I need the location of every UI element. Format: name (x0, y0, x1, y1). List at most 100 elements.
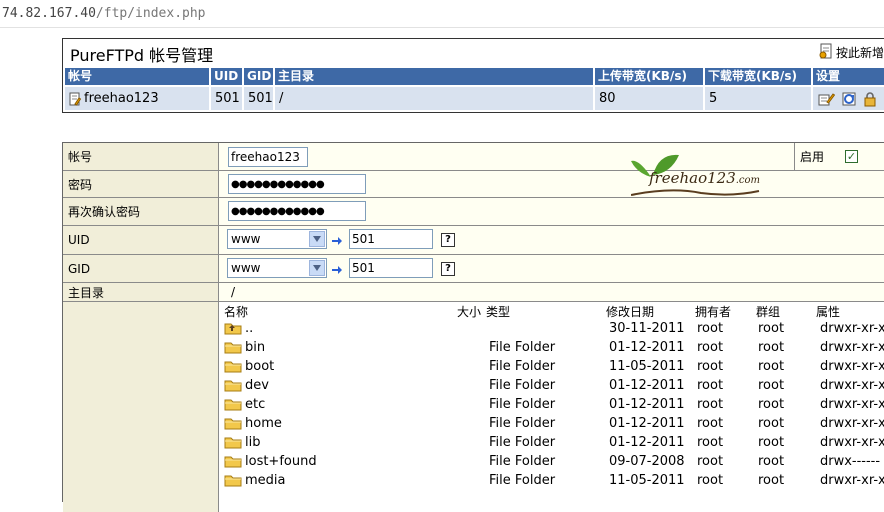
account-label: 帐号 (63, 143, 219, 170)
file-row[interactable]: lib File Folder 01-12-2011 root root drwxr-xr… (224, 433, 884, 452)
file-type: File Folder (489, 435, 556, 450)
logo-text: freehao123 (649, 169, 736, 187)
folder-icon (224, 435, 242, 449)
cell-home: / (275, 87, 593, 110)
folder-icon (224, 397, 242, 411)
gid-select-value: www (231, 261, 261, 275)
file-name[interactable]: boot (245, 359, 274, 374)
file-row[interactable]: home File Folder 01-12-2011 root root drwxr-x… (224, 414, 884, 433)
help-icon[interactable]: ? (441, 262, 455, 276)
file-row[interactable]: dev File Folder 01-12-2011 root root drwxr-xr… (224, 376, 884, 395)
file-date: 01-12-2011 (609, 416, 685, 431)
col-group[interactable]: 群组 (756, 303, 780, 320)
enable-checkbox[interactable]: ✓ (845, 150, 858, 163)
file-list-header: 名称 大小 类型 修改日期 拥有者 群组 属性 (224, 303, 884, 319)
file-name[interactable]: lib (245, 435, 260, 450)
file-name[interactable]: bin (245, 340, 265, 355)
file-row[interactable]: lost+found File Folder 09-07-2008 root root d… (224, 452, 884, 471)
file-owner: root (697, 397, 724, 412)
col-size[interactable]: 大小 (457, 303, 481, 320)
col-modified[interactable]: 修改日期 (606, 303, 654, 320)
file-row[interactable]: bin File Folder 01-12-2011 root root drwxr-xr… (224, 338, 884, 357)
file-owner: root (697, 435, 724, 450)
account-input[interactable] (228, 147, 308, 167)
file-date: 01-12-2011 (609, 435, 685, 450)
browser-label-empty (63, 302, 219, 512)
file-group: root (758, 473, 785, 488)
account-cell (219, 143, 884, 170)
file-date: 01-12-2011 (609, 340, 685, 355)
gid-select[interactable]: www (227, 258, 327, 278)
uid-label: UID (63, 226, 219, 254)
add-account-link[interactable]: 按此新增 (819, 43, 884, 62)
file-group: root (758, 416, 785, 431)
cell-upload: 80 (595, 87, 703, 110)
form-row-confirm: 再次确认密码 (63, 198, 884, 226)
col-type[interactable]: 类型 (486, 303, 510, 320)
url-text[interactable]: 74.82.167.40/ftp/index.php (2, 6, 206, 21)
file-group: root (758, 435, 785, 450)
table-row[interactable]: freehao123 501 501 / 80 5 (65, 87, 884, 110)
logo-suffix: .com (735, 175, 761, 186)
cell-user[interactable]: freehao123 (65, 87, 209, 110)
col-header-settings: 设置 (813, 68, 884, 85)
chevron-down-icon (309, 231, 325, 247)
edit-icon[interactable] (817, 91, 835, 107)
file-row[interactable]: media File Folder 11-05-2011 root root drwxr-… (224, 471, 884, 490)
file-date: 01-12-2011 (609, 378, 685, 393)
file-date: 11-05-2011 (609, 359, 685, 374)
file-attr: drwxr-xr-x (820, 397, 884, 412)
confirm-cell (219, 198, 884, 225)
file-type: File Folder (489, 340, 556, 355)
file-owner: root (697, 454, 724, 469)
cell-download: 5 (705, 87, 811, 110)
file-attr: drwx------ (820, 454, 881, 469)
col-name[interactable]: 名称 (224, 303, 248, 320)
gid-input[interactable] (349, 258, 433, 278)
arrow-right-icon[interactable] (331, 235, 343, 247)
file-date: 01-12-2011 (609, 397, 685, 412)
refresh-icon[interactable] (841, 91, 857, 107)
parent-folder-icon (224, 321, 242, 335)
file-name[interactable]: lost+found (245, 454, 317, 469)
lock-icon[interactable] (863, 91, 877, 107)
col-owner[interactable]: 拥有者 (695, 303, 731, 320)
confirm-password-input[interactable] (228, 201, 366, 221)
address-bar[interactable]: 74.82.167.40/ftp/index.php (0, 0, 884, 28)
file-type: File Folder (489, 454, 556, 469)
file-name[interactable]: dev (245, 378, 269, 393)
file-row[interactable]: boot File Folder 11-05-2011 root root drwxr-x… (224, 357, 884, 376)
file-row[interactable]: etc File Folder 01-12-2011 root root drwxr-xr… (224, 395, 884, 414)
password-input[interactable] (228, 174, 366, 194)
file-name[interactable]: etc (245, 397, 265, 412)
accounts-panel: PureFTPd 帐号管理 按此新增 帐号 UID GID 主目录 上传带宽(K… (62, 38, 884, 113)
file-group: root (758, 321, 785, 336)
form-row-home: 主目录 / (63, 283, 884, 302)
file-row[interactable]: .. 30-11-2011 root root drwxr-xr-x (224, 319, 884, 338)
home-cell: / (219, 283, 884, 301)
file-date: 11-05-2011 (609, 473, 685, 488)
folder-icon (224, 378, 242, 392)
file-owner: root (697, 378, 724, 393)
file-type: File Folder (489, 416, 556, 431)
file-name[interactable]: .. (245, 321, 253, 336)
password-label: 密码 (63, 171, 219, 197)
uid-input[interactable] (349, 229, 433, 249)
add-account-label: 按此新增 (836, 46, 884, 60)
file-name[interactable]: media (245, 473, 286, 488)
file-type: File Folder (489, 359, 556, 374)
site-logo: freehao123.com (630, 151, 761, 197)
col-header-user: 帐号 (65, 68, 209, 85)
cell-uid: 501 (211, 87, 242, 110)
help-icon[interactable]: ? (441, 233, 455, 247)
col-attr[interactable]: 属性 (816, 303, 840, 320)
file-attr: drwxr-xr-x (820, 359, 884, 374)
file-name[interactable]: home (245, 416, 282, 431)
file-attr: drwxr-xr-x (820, 473, 884, 488)
uid-select[interactable]: www (227, 229, 327, 249)
uid-select-value: www (231, 232, 261, 246)
arrow-right-icon[interactable] (331, 264, 343, 276)
home-path: / (231, 285, 236, 299)
gid-cell: www ? (219, 255, 884, 282)
password-cell (219, 171, 884, 197)
